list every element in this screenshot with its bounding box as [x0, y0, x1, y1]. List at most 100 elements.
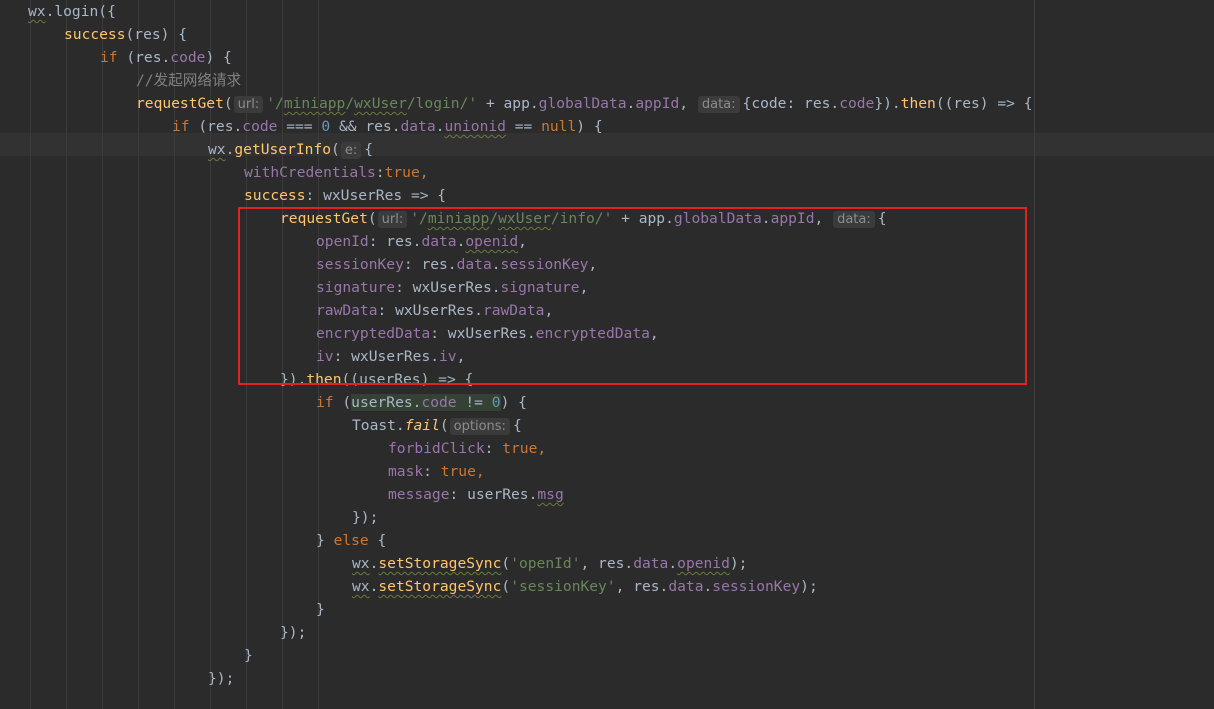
code-token: (: [333, 394, 352, 411]
code-line[interactable]: success(res) {: [64, 23, 187, 46]
code-token: withCredentials: [244, 164, 376, 181]
code-line[interactable]: rawData: wxUserRes.rawData,: [316, 299, 553, 322]
code-token: encryptedData: [316, 325, 431, 342]
code-token: .: [761, 210, 771, 227]
code-token: iv: [316, 348, 334, 365]
code-line[interactable]: wx.getUserInfo(e:{: [208, 138, 373, 161]
code-token: openid: [677, 555, 730, 572]
code-token: (: [331, 141, 340, 158]
code-token: Toast.: [352, 417, 405, 434]
code-token: );: [800, 578, 818, 595]
code-token: 0: [491, 394, 501, 411]
code-token: data: [456, 256, 492, 273]
code-token: ((res) => {: [935, 95, 1033, 112]
code-token: : wxUserRes.: [430, 325, 536, 342]
code-token: ==: [505, 118, 542, 135]
code-line[interactable]: wx.login({: [28, 0, 116, 23]
code-line[interactable]: iv: wxUserRes.iv,: [316, 345, 465, 368]
code-token: //发起网络请求: [136, 72, 242, 89]
code-line[interactable]: message: userRes.msg: [388, 483, 564, 506]
code-token: fail: [404, 417, 440, 434]
code-line[interactable]: }: [316, 598, 325, 621]
code-token: ,: [679, 95, 697, 112]
code-line[interactable]: forbidClick: true,: [388, 437, 546, 460]
code-token: ,: [537, 440, 547, 457]
code-token: requestGet: [280, 210, 368, 227]
code-token: .: [703, 578, 713, 595]
code-line[interactable]: } else {: [316, 529, 386, 552]
code-token: });: [280, 624, 307, 641]
code-token: }: [244, 647, 253, 664]
right-margin-line: [1034, 0, 1035, 709]
code-token: ===: [277, 118, 322, 135]
code-token: !=: [456, 394, 492, 411]
code-token: success: [244, 187, 306, 204]
code-token: );: [729, 555, 748, 572]
code-token: + app.: [477, 95, 539, 112]
code-line[interactable]: if (userRes.code != 0) {: [316, 391, 527, 414]
code-line[interactable]: }: [244, 644, 253, 667]
code-line[interactable]: });: [208, 667, 234, 690]
code-token: openid: [465, 233, 519, 250]
indent-guide: [102, 0, 103, 709]
code-line[interactable]: signature: wxUserRes.signature,: [316, 276, 588, 299]
code-line[interactable]: encryptedData: wxUserRes.encryptedData,: [316, 322, 659, 345]
parameter-hint: data:: [833, 211, 875, 228]
indent-guide: [30, 0, 31, 709]
code-token: setStorageSync: [378, 555, 502, 572]
code-token: (res) {: [125, 26, 188, 43]
code-line[interactable]: if (res.code === 0 && res.data.unionid =…: [172, 115, 603, 138]
code-token: , res.: [615, 578, 669, 595]
code-token: (res.: [117, 49, 171, 66]
code-token: true: [440, 463, 476, 480]
code-token: data: [421, 233, 457, 250]
code-token: ,: [588, 256, 598, 273]
code-token: wx: [352, 555, 370, 572]
code-token: ,: [579, 279, 589, 296]
code-token: mask: [388, 463, 424, 480]
code-line[interactable]: //发起网络请求: [136, 69, 241, 92]
code-token: , res.: [580, 555, 634, 572]
code-token: :: [423, 463, 441, 480]
code-token: (: [501, 555, 511, 572]
code-token: wx: [28, 3, 46, 20]
code-line[interactable]: openId: res.data.openid,: [316, 230, 527, 253]
code-token: : res.: [403, 256, 457, 273]
code-token: (res.: [189, 118, 243, 135]
code-token: : res.: [368, 233, 422, 250]
code-line[interactable]: wx. setStorageSync('sessionKey', res.data…: [352, 575, 818, 598]
code-token: miniapp: [427, 210, 490, 227]
code-token: : wxUserRes.: [377, 302, 483, 319]
code-token: });: [352, 509, 379, 526]
code-line[interactable]: requestGet(url: '/miniapp/wxUser/info/' +…: [280, 207, 887, 230]
code-line[interactable]: wx.setStorageSync('openId', res.data.ope…: [352, 552, 747, 575]
code-line[interactable]: }).then((userRes) => {: [280, 368, 473, 391]
parameter-hint: e:: [340, 142, 362, 159]
code-token: openId: [316, 233, 369, 250]
code-token: signature: [500, 279, 580, 296]
code-token: '/: [410, 210, 428, 227]
code-token: : wxUserRes.: [333, 348, 440, 365]
code-line[interactable]: sessionKey: res.data.sessionKey,: [316, 253, 597, 276]
code-line[interactable]: });: [280, 621, 306, 644]
code-token: /: [345, 95, 355, 112]
code-line[interactable]: mask: true,: [388, 460, 485, 483]
code-line[interactable]: requestGet(url: '/miniapp/wxUser/login/' …: [136, 92, 1033, 115]
parameter-hint: url:: [233, 96, 264, 113]
code-token: then: [900, 95, 936, 112]
code-line[interactable]: success: wxUserRes => {: [244, 184, 446, 207]
code-line[interactable]: Toast.fail(options:{: [352, 414, 522, 437]
code-token: wx: [208, 141, 226, 158]
code-token: if: [316, 394, 334, 411]
code-line[interactable]: if (res.code) {: [100, 46, 232, 69]
code-token: rawData: [316, 302, 378, 319]
code-token: true: [384, 164, 420, 181]
code-token: });: [208, 670, 235, 687]
code-token: ,: [456, 348, 466, 365]
code-token: 'sessionKey': [510, 578, 616, 595]
code-line[interactable]: });: [352, 506, 378, 529]
code-token: : wxUserRes => {: [305, 187, 447, 204]
code-editor[interactable]: wx.login({success(res) {if (res.code) {/…: [0, 0, 1214, 709]
code-token: if: [100, 49, 118, 66]
code-line[interactable]: withCredentials:true,: [244, 161, 429, 184]
